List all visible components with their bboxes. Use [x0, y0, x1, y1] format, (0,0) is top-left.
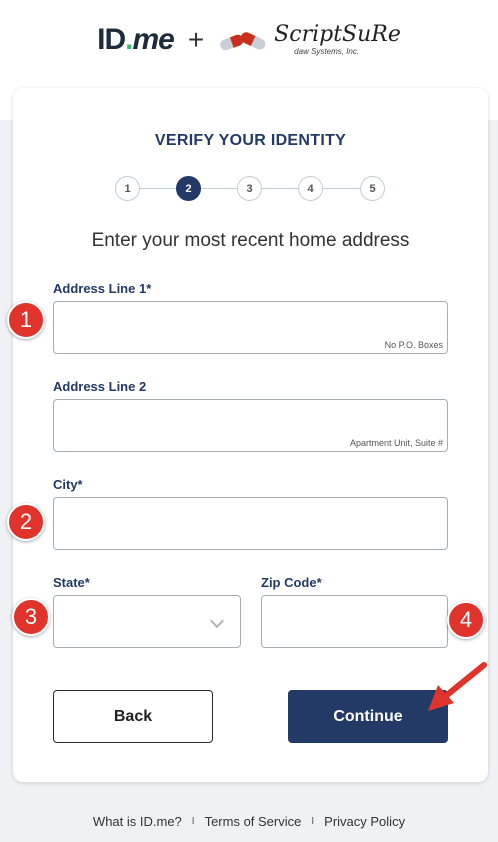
partner-subtitle: daw Systems, Inc.	[294, 47, 360, 56]
header: ID. me + ScriptSuRe daw Systems, Inc.	[0, 0, 498, 80]
footer: What is ID.me? I Terms of Service I Priv…	[0, 814, 498, 829]
form-card: VERIFY YOUR IDENTITY 1 2 3 4 5 Enter you…	[13, 88, 488, 782]
step-5: 5	[360, 176, 385, 201]
annotation-arrow-icon	[428, 662, 487, 711]
footer-separator: I	[311, 816, 315, 827]
step-indicator: 1 2 3 4 5	[115, 176, 387, 202]
back-button[interactable]: Back	[53, 690, 213, 743]
partner-name: ScriptSuRe	[274, 22, 401, 47]
partner-logo: ScriptSuRe daw Systems, Inc.	[218, 23, 401, 57]
address-line-2-label: Address Line 2	[53, 379, 147, 394]
plus-sign: +	[187, 24, 205, 55]
form-subtitle: Enter your most recent home address	[91, 230, 410, 251]
footer-separator: I	[191, 816, 195, 827]
zip-code-label: Zip Code*	[261, 575, 322, 590]
footer-link-terms[interactable]: Terms of Service	[205, 814, 302, 829]
annotation-marker-1: 1	[7, 301, 45, 339]
idme-logo: ID. me	[97, 23, 175, 56]
chevron-down-icon	[209, 613, 225, 629]
step-2-active: 2	[176, 176, 201, 201]
address-line-2-input[interactable]: Apartment Unit, Suite #	[53, 399, 448, 452]
page-title: VERIFY YOUR IDENTITY	[154, 132, 347, 149]
state-select[interactable]	[53, 595, 241, 648]
step-1: 1	[115, 176, 140, 201]
city-input[interactable]	[53, 497, 448, 550]
address-line-1-input[interactable]: No P.O. Boxes	[53, 301, 448, 354]
step-3: 3	[237, 176, 262, 201]
annotation-marker-2: 2	[7, 503, 45, 541]
footer-link-privacy[interactable]: Privacy Policy	[324, 814, 405, 829]
step-4: 4	[298, 176, 323, 201]
address-line-2-hint: Apartment Unit, Suite #	[349, 438, 443, 448]
pills-icon	[220, 32, 266, 51]
address-line-1-label: Address Line 1*	[53, 281, 152, 296]
annotation-marker-4: 4	[447, 601, 485, 639]
state-label: State*	[53, 575, 90, 590]
address-line-1-hint: No P.O. Boxes	[384, 340, 443, 350]
annotation-marker-3: 3	[12, 598, 50, 636]
zip-code-input[interactable]	[261, 595, 448, 648]
city-label: City*	[53, 477, 83, 492]
footer-link-what-is-idme[interactable]: What is ID.me?	[93, 814, 182, 829]
